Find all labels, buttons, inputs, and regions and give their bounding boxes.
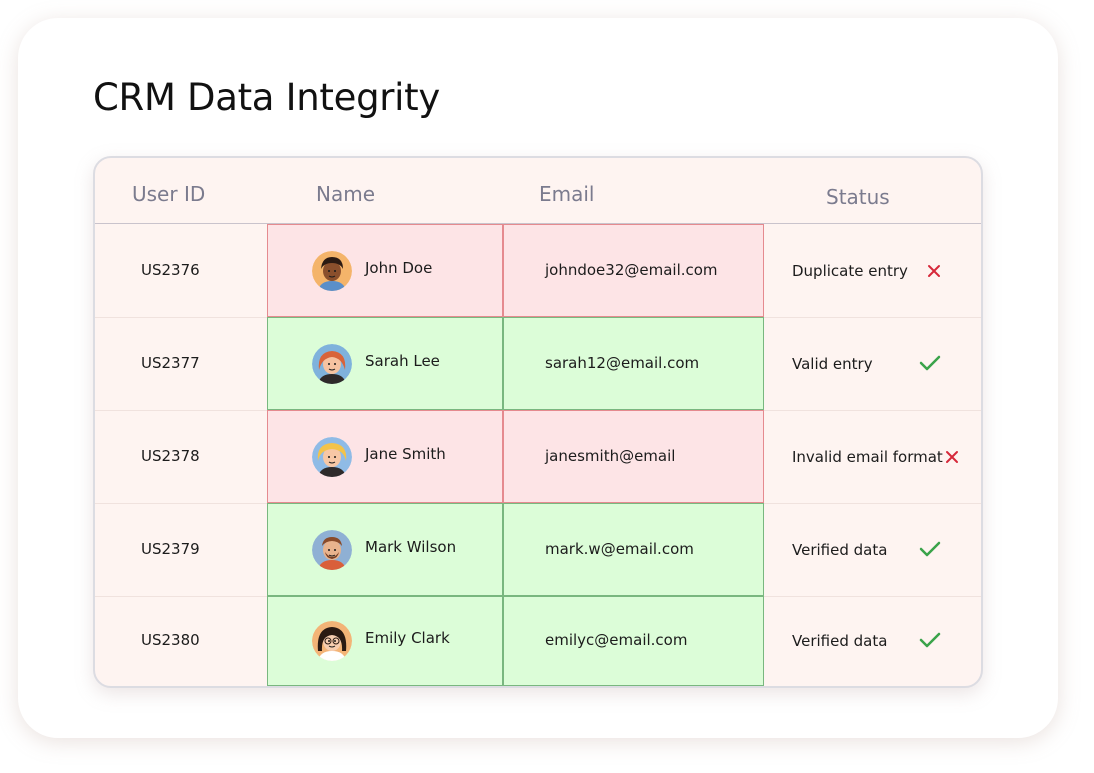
avatar-red-hair-icon — [312, 343, 352, 384]
page-title: CRM Data Integrity — [93, 76, 440, 119]
check-icon — [919, 541, 941, 562]
error-x-icon — [945, 450, 959, 469]
user-email: johndoe32@email.com — [545, 260, 718, 279]
status-label: Verified data — [792, 540, 888, 559]
status-label: Duplicate entry — [792, 261, 908, 280]
error-x-icon — [927, 264, 941, 283]
column-header-status[interactable]: Status — [826, 185, 890, 209]
avatar-bangs-glasses-icon — [312, 621, 352, 661]
check-icon — [919, 632, 941, 653]
column-header-name[interactable]: Name — [316, 182, 375, 206]
user-email: sarah12@email.com — [545, 353, 700, 372]
user-name: Mark Wilson — [365, 537, 457, 556]
user-id: US2377 — [141, 353, 200, 372]
avatar-bearded-man-icon — [312, 529, 352, 570]
user-id: US2376 — [141, 260, 200, 279]
column-header-email[interactable]: Email — [539, 182, 595, 206]
user-id: US2380 — [141, 631, 200, 649]
status-label: Invalid email format — [792, 447, 943, 466]
status-label: Verified data — [792, 632, 888, 650]
user-name: Sarah Lee — [365, 351, 440, 370]
user-name: Jane Smith — [365, 444, 446, 463]
user-id: US2378 — [141, 446, 200, 465]
user-id: US2379 — [141, 539, 200, 558]
user-email: janesmith@email — [545, 446, 676, 465]
avatar-dark-curly-hair-icon — [312, 250, 352, 291]
user-name: Emily Clark — [365, 629, 450, 647]
user-email: mark.w@email.com — [545, 539, 694, 558]
check-icon — [919, 355, 941, 376]
column-header-user-id[interactable]: User ID — [132, 182, 205, 206]
avatar-blonde-curly-hair-icon — [312, 436, 352, 477]
crm-table: User ID Name Email Status US2376 John Doe… — [93, 156, 983, 688]
status-label: Valid entry — [792, 354, 873, 373]
user-email: emilyc@email.com — [545, 631, 688, 649]
user-name: John Doe — [365, 258, 433, 277]
